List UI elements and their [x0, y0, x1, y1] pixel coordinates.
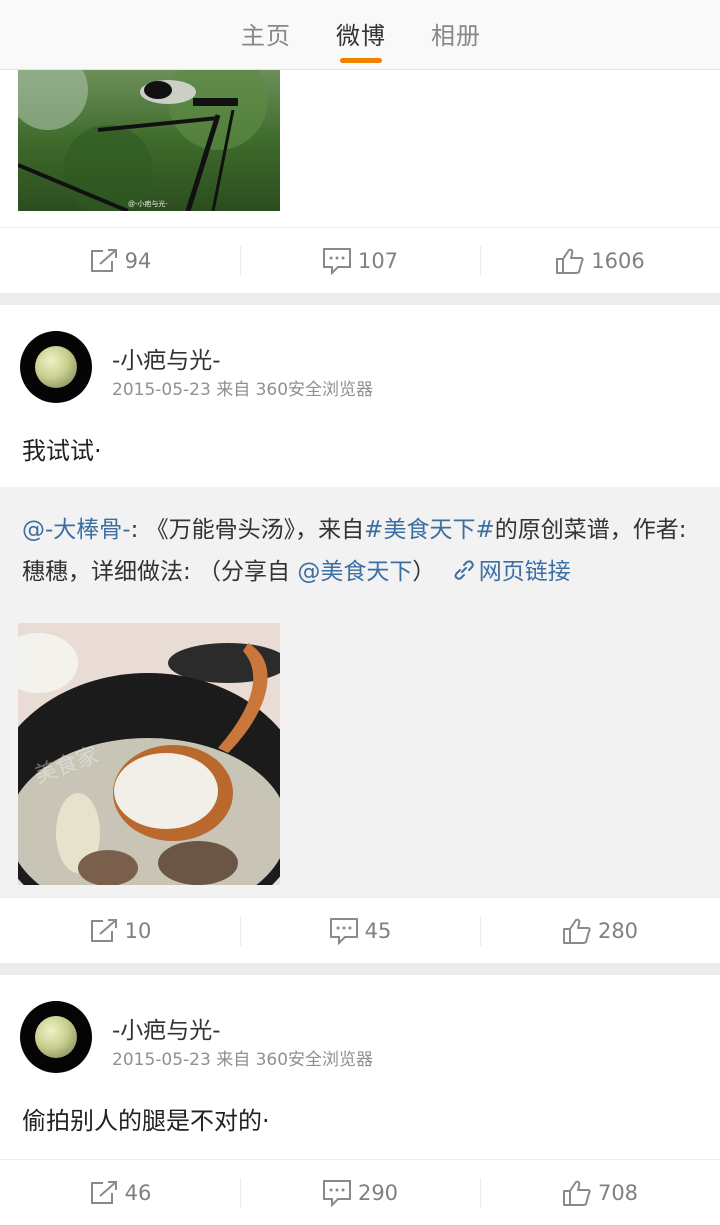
- repost-count: 94: [124, 248, 152, 273]
- repost-button[interactable]: 46: [0, 1160, 240, 1225]
- feed: @-小疤与光- 94 107 1606 -小疤与光- 2015-05-23 来自…: [0, 70, 720, 1225]
- tab-home[interactable]: 主页: [241, 16, 291, 51]
- repost-count: 10: [124, 918, 152, 943]
- source-link[interactable]: @美食天下: [297, 559, 412, 585]
- top-tab-bar: 主页 微博 相册: [0, 0, 720, 70]
- post-actions: 46 290 708: [0, 1159, 720, 1225]
- post-image[interactable]: @-小疤与光-: [18, 70, 280, 211]
- repost-count: 46: [124, 1180, 152, 1205]
- tab-album[interactable]: 相册: [431, 16, 481, 51]
- avatar[interactable]: [20, 331, 92, 403]
- hashtag-link[interactable]: #美食天下#: [364, 517, 495, 543]
- like-button[interactable]: 1606: [480, 228, 720, 293]
- comment-count: 45: [364, 918, 392, 943]
- repost-button[interactable]: 10: [0, 898, 240, 963]
- comment-button[interactable]: 107: [240, 228, 480, 293]
- comment-count: 290: [357, 1180, 399, 1205]
- post-actions: 10 45 280: [0, 897, 720, 963]
- post-text: 我试试·: [22, 437, 102, 465]
- post-actions: 94 107 1606: [0, 227, 720, 293]
- repost-icon: [90, 1180, 117, 1204]
- repost-button[interactable]: 94: [0, 228, 240, 293]
- comment-icon: [322, 1179, 351, 1207]
- comment-icon: [322, 247, 351, 275]
- thumbs-up-icon: [556, 248, 584, 274]
- comment-icon: [329, 917, 358, 945]
- repost-text: @-大棒骨-: 《万能骨头汤》，来自#美食天下#的原创菜谱，作者:穗穗，详细做法…: [22, 517, 687, 585]
- repost-icon: [90, 248, 117, 272]
- post-card: -小疤与光- 2015-05-23 来自 360安全浏览器 我试试· @-大棒骨…: [0, 305, 720, 897]
- like-button[interactable]: 708: [480, 1160, 720, 1225]
- repost-image[interactable]: 美食家: [18, 623, 280, 885]
- author-name[interactable]: -小疤与光-: [112, 1011, 221, 1045]
- link-icon: [454, 560, 474, 580]
- post-header: -小疤与光- 2015-05-23 来自 360安全浏览器: [0, 975, 720, 1073]
- web-link[interactable]: 网页链接: [443, 559, 571, 585]
- repost-box[interactable]: @-大棒骨-: 《万能骨头汤》，来自#美食天下#的原创菜谱，作者:穗穗，详细做法…: [0, 487, 720, 897]
- active-tab-indicator: [340, 58, 382, 63]
- avatar[interactable]: [20, 1001, 92, 1073]
- like-count: 708: [597, 1180, 639, 1205]
- tab-weibo[interactable]: 微博: [336, 16, 386, 51]
- like-count: 280: [597, 918, 639, 943]
- author-name[interactable]: -小疤与光-: [112, 341, 221, 375]
- post-meta: 2015-05-23 来自 360安全浏览器: [112, 1050, 374, 1070]
- post-header: -小疤与光- 2015-05-23 来自 360安全浏览器: [0, 305, 720, 403]
- comment-button[interactable]: 45: [240, 898, 480, 963]
- like-count: 1606: [591, 248, 645, 273]
- post-card: @-小疤与光-: [0, 70, 720, 227]
- post-meta: 2015-05-23 来自 360安全浏览器: [112, 380, 374, 400]
- comment-button[interactable]: 290: [240, 1160, 480, 1225]
- thumbs-up-icon: [562, 918, 591, 944]
- image-watermark: @-小疤与光-: [128, 199, 168, 208]
- thumbs-up-icon: [562, 1180, 591, 1206]
- repost-icon: [90, 918, 117, 942]
- post-text: 偷拍别人的腿是不对的·: [22, 1107, 270, 1135]
- like-button[interactable]: 280: [480, 898, 720, 963]
- comment-count: 107: [357, 248, 399, 273]
- post-card: -小疤与光- 2015-05-23 来自 360安全浏览器 偷拍别人的腿是不对的…: [0, 975, 720, 1159]
- mention-link[interactable]: @-大棒骨-: [22, 517, 131, 543]
